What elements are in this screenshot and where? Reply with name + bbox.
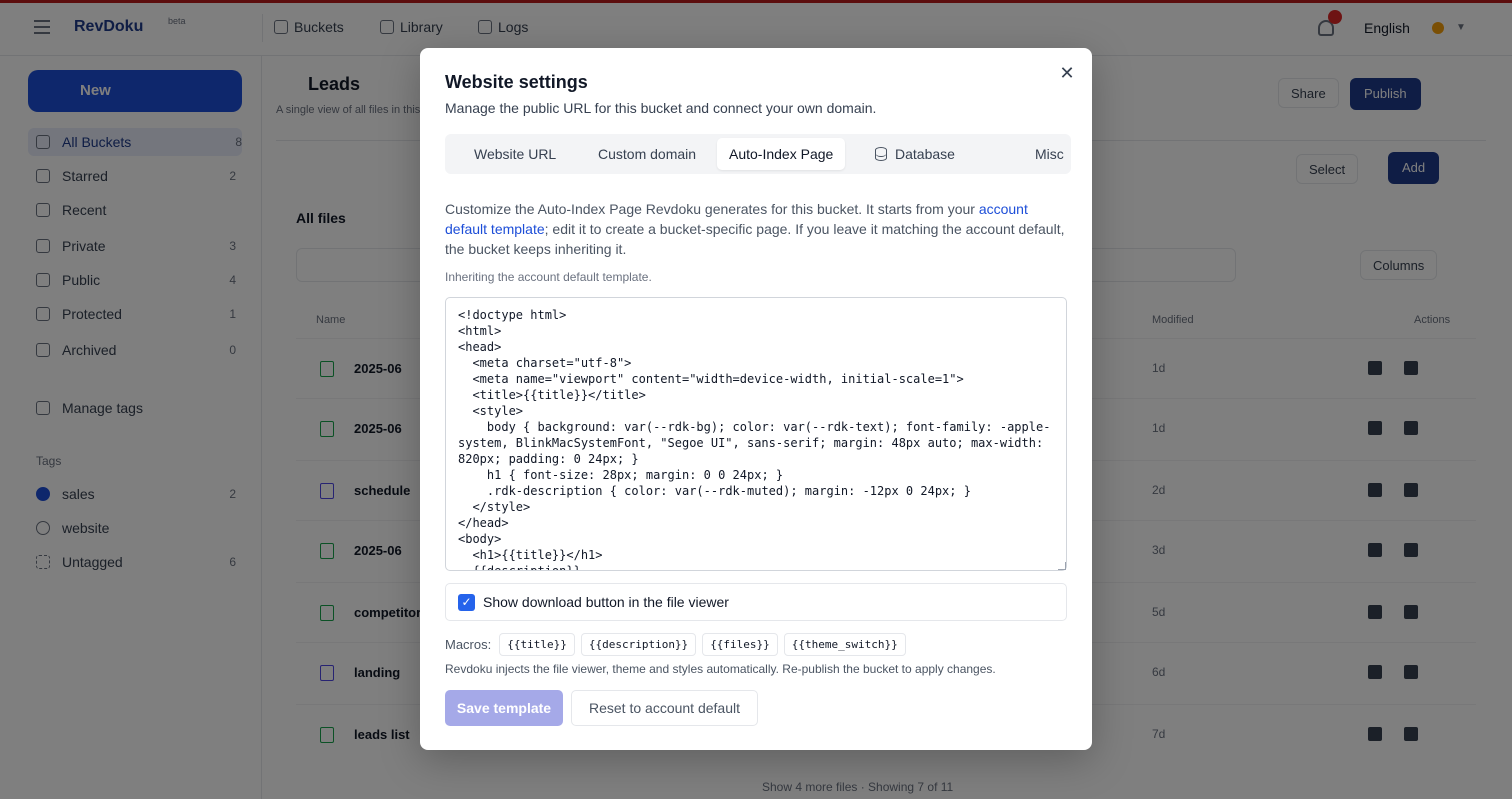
database-icon: [875, 147, 887, 161]
macro-chip[interactable]: {{theme_switch}}: [783, 633, 906, 656]
tab-label: Database: [895, 146, 955, 162]
macro-chip[interactable]: {{description}}: [580, 633, 697, 656]
template-editor[interactable]: <!doctype html> <html> <head> <meta char…: [445, 297, 1067, 571]
tab-list: Website URL Custom domain Auto-Index Pag…: [445, 134, 1071, 174]
description-text: Customize the Auto-Index Page Revdoku ge…: [445, 201, 979, 217]
resize-handle-icon[interactable]: [1058, 562, 1066, 570]
tab-database[interactable]: Database: [863, 138, 967, 170]
tab-label: Custom domain: [598, 146, 697, 162]
tab-custom-domain[interactable]: Custom domain: [586, 138, 708, 170]
tab-auto-index-page[interactable]: Auto-Index Page: [717, 138, 846, 170]
save-template-button[interactable]: Save template: [445, 690, 563, 726]
macros-label: Macros:: [445, 637, 492, 652]
tab-label: Misc: [1035, 146, 1064, 162]
checkbox-label[interactable]: Show download button in the file viewer: [483, 594, 729, 610]
tab-description: Customize the Auto-Index Page Revdoku ge…: [445, 199, 1071, 259]
download-checkbox[interactable]: ✓: [458, 594, 475, 611]
dialog-title: Website settings: [445, 72, 588, 92]
help-note: Revdoku injects the file viewer, theme a…: [445, 662, 996, 676]
dialog-subtitle: Manage the public URL for this bucket an…: [445, 100, 877, 116]
download-button-option[interactable]: ✓ Show download button in the file viewe…: [445, 583, 1067, 621]
tab-website-url[interactable]: Website URL: [462, 138, 568, 170]
website-settings-dialog: ✕ Website settings Manage the public URL…: [420, 48, 1092, 750]
tab-label: Website URL: [474, 146, 557, 162]
macro-chip[interactable]: {{files}}: [702, 633, 778, 656]
tab-label: Auto-Index Page: [729, 146, 834, 162]
macro-chip[interactable]: {{title}}: [499, 633, 575, 656]
macros-list: Macros: {{title}} {{description}} {{file…: [445, 633, 906, 656]
close-icon[interactable]: ✕: [1058, 64, 1076, 82]
inherit-status: Inheriting the account default template.: [445, 270, 652, 284]
reset-to-default-button[interactable]: Reset to account default: [571, 690, 758, 726]
tab-misc[interactable]: Misc: [1023, 138, 1071, 170]
